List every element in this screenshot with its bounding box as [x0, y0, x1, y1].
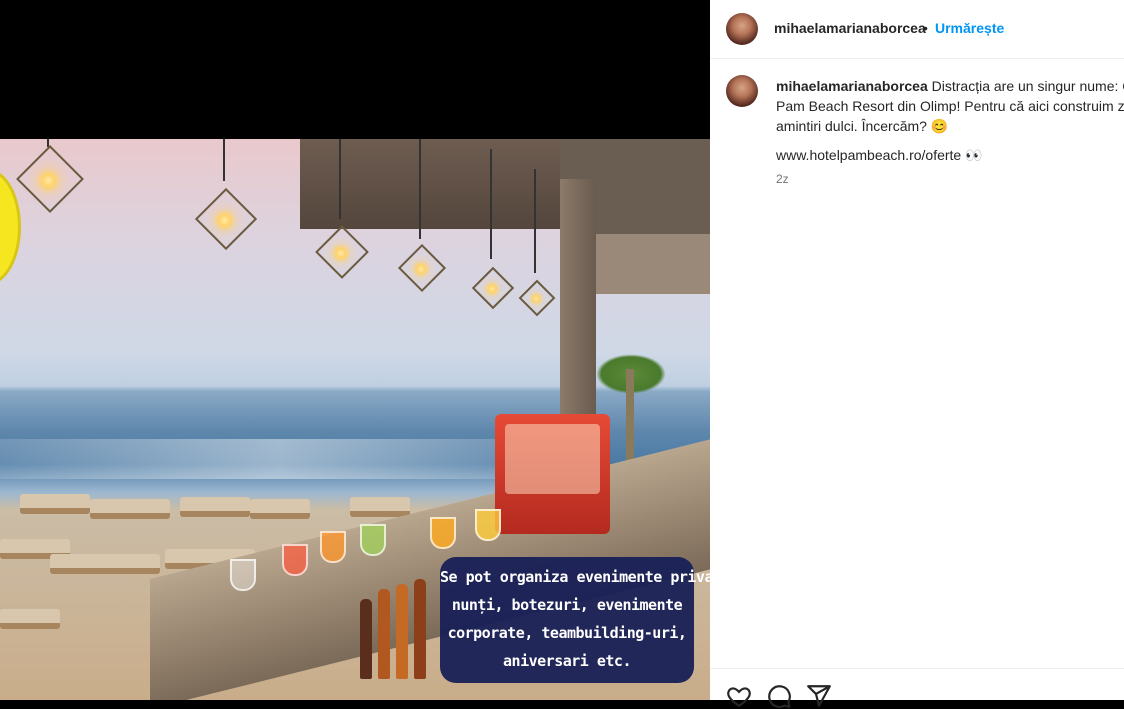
wall: [596, 234, 710, 294]
showcase-glass: [505, 424, 600, 494]
sun-lounger: [20, 494, 90, 514]
overlay-line: corporate, teambuilding-uri,: [447, 624, 687, 642]
cocktail-glass: [475, 509, 501, 541]
bottle: [414, 579, 426, 679]
comment-avatar[interactable]: [726, 75, 758, 107]
bottle: [360, 599, 372, 679]
heart-icon[interactable]: [726, 683, 752, 709]
caption-text-line: Pam Beach Resort din Olimp! Pentru că ai…: [776, 98, 1124, 114]
cocktail-glass: [230, 559, 256, 591]
post-sidebar: mihaelamarianaborcea • Urmărește mihaela…: [710, 0, 1124, 708]
sun-lounger: [90, 499, 170, 519]
sun-lounger: [0, 609, 60, 629]
header-username[interactable]: mihaelamarianaborcea: [774, 20, 926, 36]
bottle: [396, 584, 408, 679]
sun-lounger: [180, 497, 250, 517]
cocktail-glass: [360, 524, 386, 556]
sun-lounger: [250, 499, 310, 519]
post-media[interactable]: Se pot organiza evenimente private: nunț…: [0, 0, 710, 700]
overlay-line: aniversari etc.: [503, 652, 631, 670]
post-header: mihaelamarianaborcea • Urmărește: [710, 0, 1124, 59]
sun-lounger: [50, 554, 160, 574]
cocktail-glass: [430, 517, 456, 549]
post-timestamp[interactable]: 2z: [776, 172, 789, 186]
bottle: [378, 589, 390, 679]
follow-button[interactable]: Urmărește: [935, 20, 1004, 36]
image-text-overlay: Se pot organiza evenimente private: nunț…: [440, 557, 710, 683]
share-icon[interactable]: [806, 683, 832, 709]
overlay-line: nunți, botezuri, evenimente: [451, 596, 683, 614]
action-bar: [710, 668, 1124, 708]
caption-text-line: amintiri dulci. Încercăm? 😊: [776, 118, 949, 134]
avatar[interactable]: [726, 13, 758, 45]
cocktail-glass: [282, 544, 308, 576]
cocktail-glass: [320, 531, 346, 563]
comment-icon[interactable]: [766, 683, 792, 709]
sea: [0, 439, 560, 479]
caption-text-line: Distracția are un singur nume: Co: [927, 78, 1124, 94]
caption-link[interactable]: www.hotelpambeach.ro/oferte 👀: [776, 147, 983, 164]
media-letterbox: [0, 0, 710, 139]
overlay-line: Se pot organiza evenimente private:: [440, 568, 710, 586]
sun-lounger: [350, 497, 410, 517]
post-caption: mihaelamarianaborcea Distracția are un s…: [776, 76, 1124, 136]
separator-dot: •: [923, 20, 928, 36]
caption-username[interactable]: mihaelamarianaborcea: [776, 78, 928, 94]
yellow-sticker: [0, 169, 21, 285]
